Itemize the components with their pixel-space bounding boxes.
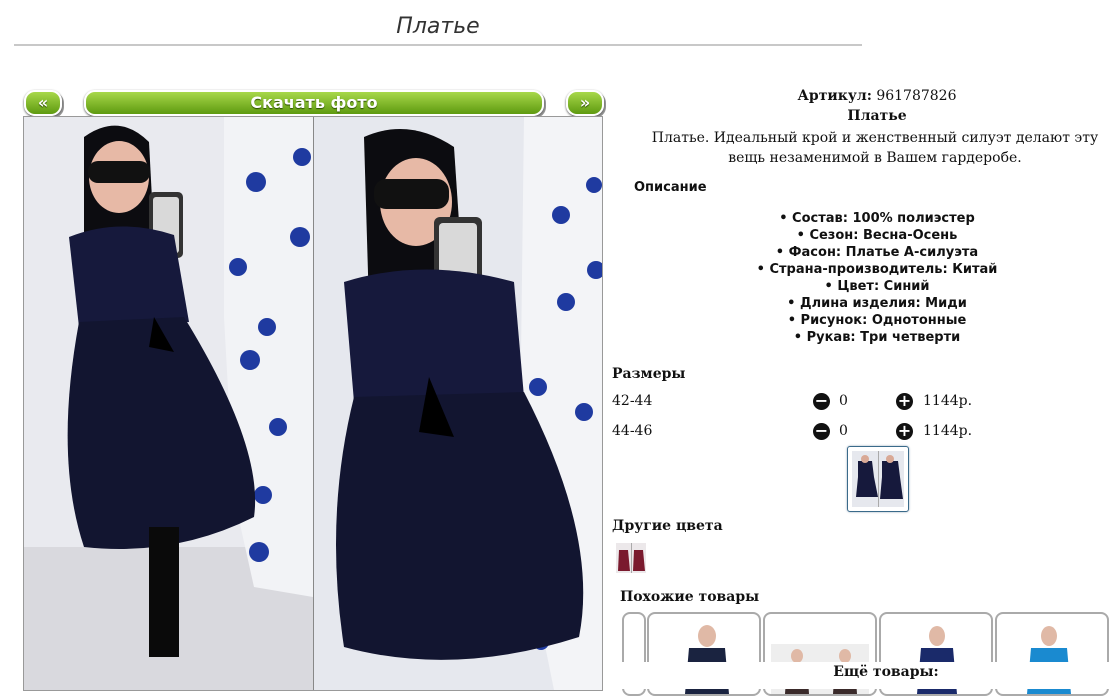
size-label: 44-46 xyxy=(612,423,653,439)
spec-item: Фасон: Платье А-силуэта xyxy=(612,244,1111,261)
selected-photo-thumbnail[interactable] xyxy=(847,446,909,512)
size-price: 1144р. xyxy=(923,423,973,439)
sku-label: Артикул: xyxy=(797,88,872,104)
spec-item: Рисунок: Однотонные xyxy=(612,312,1111,329)
size-price: 1144р. xyxy=(923,393,973,409)
spec-item: Цвет: Синий xyxy=(612,278,1111,295)
minus-circle-icon[interactable]: − xyxy=(813,393,830,410)
size-label: 42-44 xyxy=(612,393,653,409)
similar-heading: Похожие товары xyxy=(620,589,760,605)
minus-circle-icon[interactable]: − xyxy=(813,423,830,440)
next-photo-button[interactable]: » xyxy=(566,90,604,116)
other-colors-heading: Другие цвета xyxy=(612,518,723,534)
specs-list: Состав: 100% полиэстер Сезон: Весна-Осен… xyxy=(612,210,1111,346)
spec-item: Сезон: Весна-Осень xyxy=(612,227,1111,244)
spec-item: Страна-производитель: Китай xyxy=(612,261,1111,278)
sku-value: 961787826 xyxy=(876,88,957,104)
spec-item: Длина изделия: Миди xyxy=(612,295,1111,312)
prev-photo-button[interactable]: « xyxy=(24,90,62,116)
more-products-heading: Ещё товары: xyxy=(833,664,939,680)
spec-item: Состав: 100% полиэстер xyxy=(612,210,1111,227)
product-name: Платье xyxy=(847,108,907,124)
product-photo[interactable] xyxy=(23,116,603,691)
size-row: 44-46 − 0 + 1144р. xyxy=(612,423,1111,443)
product-sku: Артикул: 961787826 xyxy=(612,88,1111,104)
page-title: Платье xyxy=(396,14,480,39)
title-divider xyxy=(14,44,862,46)
sizes-heading: Размеры xyxy=(612,366,686,382)
plus-circle-icon[interactable]: + xyxy=(896,393,913,410)
other-color-thumbnail[interactable] xyxy=(616,543,646,573)
size-quantity: 0 xyxy=(839,423,848,439)
product-description: Платье. Идеальный крой и женственный сил… xyxy=(651,130,1099,166)
size-quantity: 0 xyxy=(839,393,848,409)
download-photo-button[interactable]: Скачать фото xyxy=(84,90,544,116)
specs-heading: Описание xyxy=(634,180,707,195)
spec-item: Рукав: Три четверти xyxy=(612,329,1111,346)
plus-circle-icon[interactable]: + xyxy=(896,423,913,440)
size-row: 42-44 − 0 + 1144р. xyxy=(612,393,1111,413)
